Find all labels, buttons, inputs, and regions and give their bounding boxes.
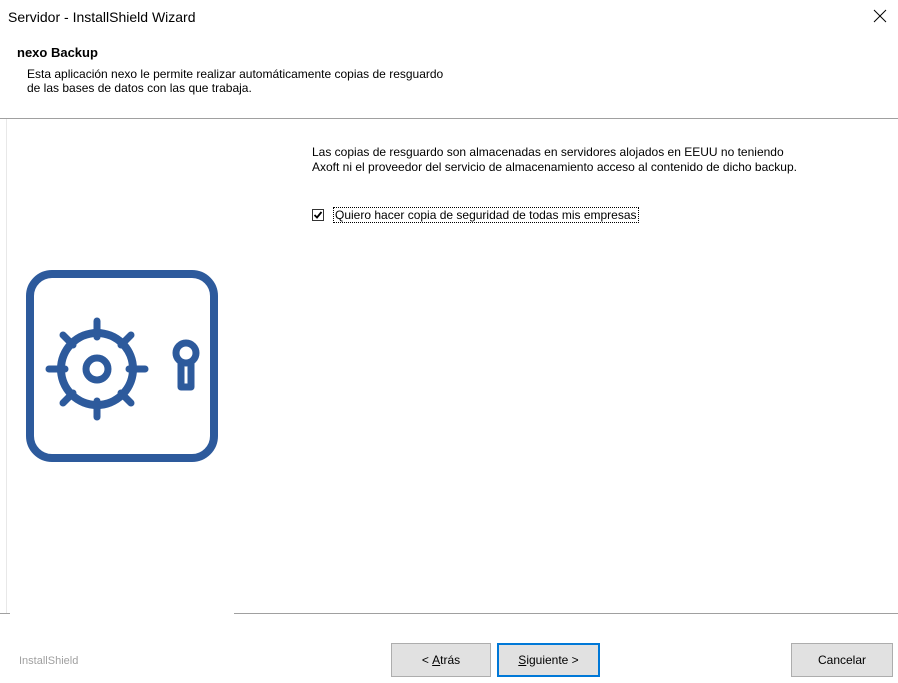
backup-all-checkbox[interactable]: [312, 209, 324, 221]
backup-all-checkbox-row[interactable]: Quiero hacer copia de seguridad de todas…: [312, 207, 639, 223]
footer-divider-left: [0, 613, 10, 614]
pane-edge: [6, 119, 7, 613]
close-button[interactable]: [862, 0, 898, 32]
description-line-1: Esta aplicación nexo le permite realizar…: [27, 67, 444, 81]
next-button[interactable]: Siguiente >: [497, 643, 600, 677]
description-line-2: de las bases de datos con las que trabaj…: [27, 81, 252, 95]
safe-icon: [26, 270, 218, 462]
info-line-2: Axoft ni el proveedor del servicio de al…: [312, 159, 797, 174]
close-icon: [873, 9, 887, 23]
installshield-wizard-window: Servidor - InstallShield Wizard nexo Bac…: [0, 0, 898, 683]
wizard-header: nexo Backup Esta aplicación nexo le perm…: [0, 34, 898, 118]
next-button-rest: iguiente >: [526, 653, 579, 667]
checkmark-icon: [313, 211, 323, 219]
back-button-prefix: <: [421, 653, 433, 667]
title-bar[interactable]: Servidor - InstallShield Wizard: [0, 0, 898, 34]
cancel-button[interactable]: Cancelar: [791, 643, 893, 677]
back-button-accel: A: [432, 653, 441, 667]
back-button[interactable]: < Atrás: [391, 643, 491, 677]
illustration-pane: [0, 119, 234, 613]
page-title: nexo Backup: [17, 45, 98, 60]
info-line-1: Las copias de resguardo son almacenadas …: [312, 145, 784, 159]
next-button-accel: S: [518, 653, 527, 667]
window-title: Servidor - InstallShield Wizard: [8, 9, 196, 25]
info-text: Las copias de resguardo son almacenadas …: [312, 145, 882, 174]
page-description: Esta aplicación nexo le permite realizar…: [27, 67, 587, 95]
installshield-brand: InstallShield: [19, 655, 79, 667]
backup-all-checkbox-label[interactable]: Quiero hacer copia de seguridad de todas…: [333, 207, 639, 223]
back-button-rest: trás: [440, 653, 461, 667]
footer-divider: [234, 613, 898, 614]
